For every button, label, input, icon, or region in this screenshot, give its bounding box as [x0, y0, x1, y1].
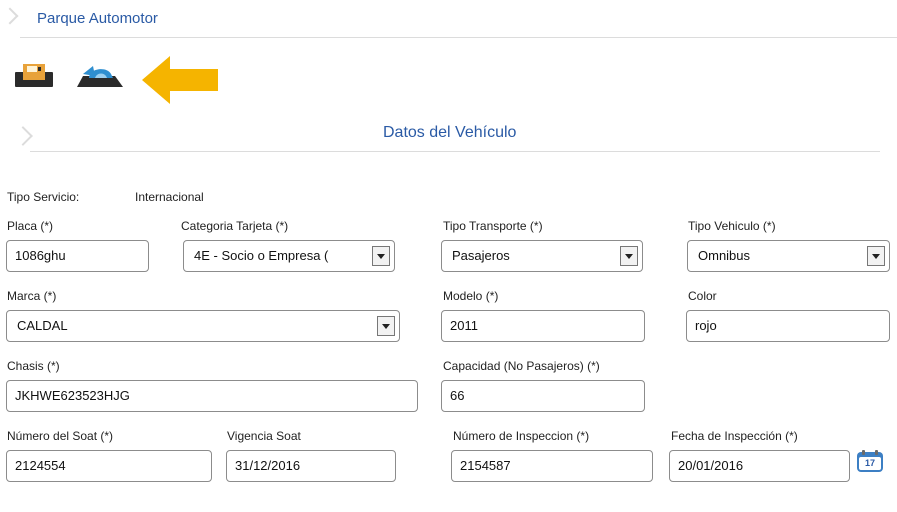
numero-soat-field[interactable]: 2124554	[6, 450, 212, 482]
save-icon[interactable]	[14, 62, 54, 88]
categoria-tarjeta-select[interactable]: 4E - Socio o Empresa (	[183, 240, 395, 272]
numero-inspeccion-field[interactable]: 2154587	[451, 450, 653, 482]
color-field[interactable]: rojo	[686, 310, 890, 342]
tipo-transporte-label: Tipo Transporte (*)	[443, 219, 543, 233]
fecha-inspeccion-label: Fecha de Inspección (*)	[671, 429, 798, 443]
color-label: Color	[688, 289, 717, 303]
capacidad-field[interactable]: 66	[441, 380, 645, 412]
categoria-tarjeta-label: Categoria Tarjeta (*)	[181, 219, 289, 233]
tipo-transporte-select[interactable]: Pasajeros	[441, 240, 643, 272]
tipo-transporte-value: Pasajeros	[452, 248, 510, 263]
tipo-servicio-label: Tipo Servicio:	[7, 190, 80, 204]
section-divider	[30, 151, 880, 152]
modelo-label: Modelo (*)	[443, 289, 499, 303]
numero-soat-label: Número del Soat (*)	[7, 429, 114, 443]
chasis-label: Chasis (*)	[7, 359, 60, 373]
marca-value: CALDAL	[17, 318, 68, 333]
page-title: Parque Automotor	[37, 10, 158, 27]
tipo-servicio-value: Internacional	[135, 190, 204, 204]
chevron-down-icon[interactable]	[620, 246, 638, 266]
categoria-tarjeta-value: 4E - Socio o Empresa (	[194, 248, 329, 263]
calendar-day-label: 17	[864, 458, 875, 468]
numero-inspeccion-label: Número de Inspeccion (*)	[453, 429, 590, 443]
chasis-field[interactable]: JKHWE623523HJG	[6, 380, 418, 412]
header-divider	[20, 37, 897, 38]
tipo-vehiculo-select[interactable]: Omnibus	[687, 240, 890, 272]
calendar-icon[interactable]: 17	[856, 449, 884, 473]
modelo-field[interactable]: 2011	[441, 310, 645, 342]
header-chevron-icon	[1, 7, 19, 25]
chevron-down-icon[interactable]	[867, 246, 885, 266]
section-chevron-icon	[13, 126, 33, 146]
chevron-down-icon[interactable]	[372, 246, 390, 266]
section-title: Datos del Vehículo	[383, 124, 517, 141]
placa-field[interactable]: 1086ghu	[6, 240, 149, 272]
marca-select[interactable]: CALDAL	[6, 310, 400, 342]
tipo-vehiculo-label: Tipo Vehiculo (*)	[688, 219, 776, 233]
placa-label: Placa (*)	[7, 219, 54, 233]
marca-label: Marca (*)	[7, 289, 57, 303]
fecha-inspeccion-field[interactable]: 20/01/2016	[669, 450, 850, 482]
arrow-pointer-icon	[140, 54, 220, 106]
undo-icon[interactable]	[73, 62, 125, 88]
vigencia-soat-label: Vigencia Soat	[227, 429, 301, 443]
tipo-vehiculo-value: Omnibus	[698, 248, 751, 263]
capacidad-label: Capacidad (No Pasajeros) (*)	[443, 359, 600, 373]
vigencia-soat-field[interactable]: 31/12/2016	[226, 450, 396, 482]
chevron-down-icon[interactable]	[377, 316, 395, 336]
